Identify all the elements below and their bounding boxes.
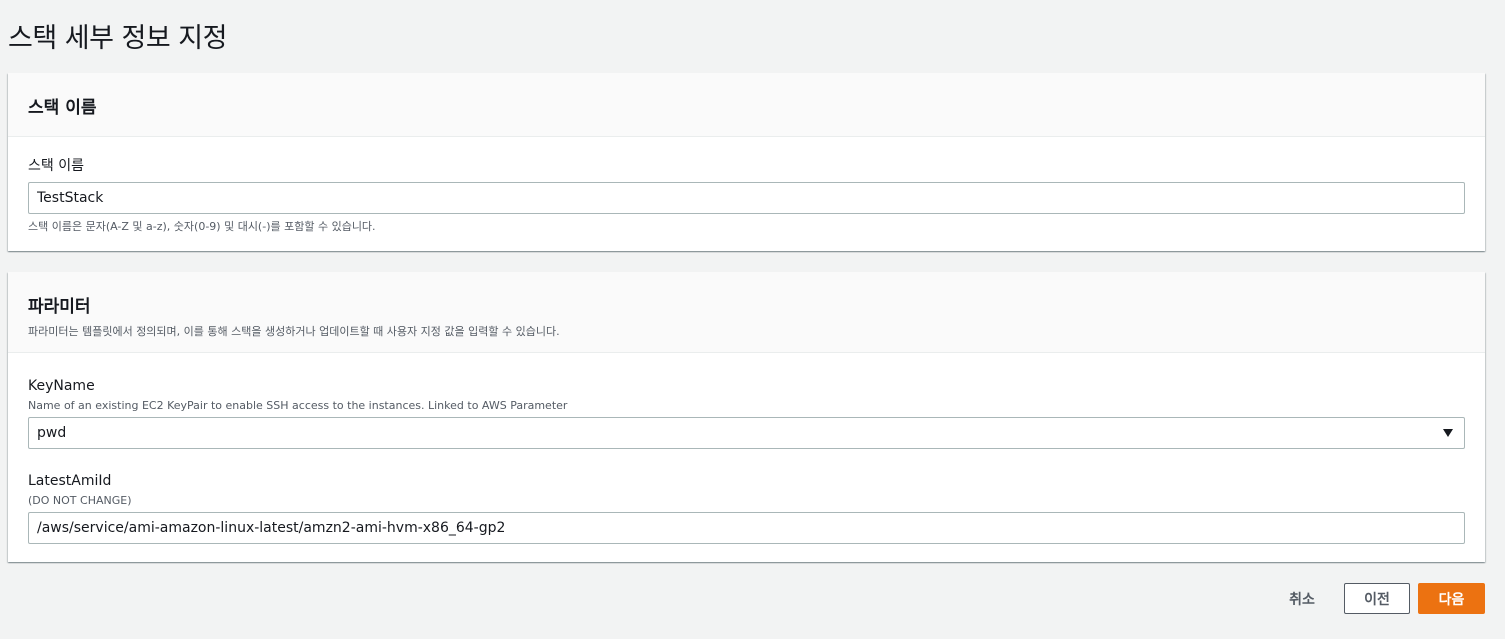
keyname-label: KeyName [28, 378, 95, 394]
latest-ami-id-description: (DO NOT CHANGE) [28, 494, 132, 507]
parameters-panel: 파라미터 파라미터는 템플릿에서 정의되며, 이를 통해 스택을 생성하거나 업… [8, 272, 1485, 562]
latest-ami-id-field: LatestAmiId (DO NOT CHANGE) [28, 472, 1465, 544]
page-title: 스택 세부 정보 지정 [8, 23, 227, 54]
stack-name-panel-header: 스택 이름 [8, 73, 1485, 137]
latest-ami-id-label: LatestAmiId [28, 473, 112, 489]
stack-name-hint: 스택 이름은 문자(A-Z 및 a-z), 숫자(0-9) 및 대시(-)를 포… [28, 220, 376, 233]
stack-name-panel: 스택 이름 스택 이름 스택 이름은 문자(A-Z 및 a-z), 숫자(0-9… [8, 73, 1485, 251]
parameters-panel-title: 파라미터 [28, 297, 91, 317]
latest-ami-id-input[interactable] [28, 512, 1465, 544]
stack-name-label: 스택 이름 [28, 158, 84, 174]
parameters-panel-description: 파라미터는 템플릿에서 정의되며, 이를 통해 스택을 생성하거나 업데이트할 … [28, 325, 560, 338]
parameters-panel-header: 파라미터 파라미터는 템플릿에서 정의되며, 이를 통해 스택을 생성하거나 업… [8, 272, 1485, 353]
keyname-selected-value: pwd [37, 425, 67, 441]
next-button[interactable]: 다음 [1418, 583, 1485, 614]
parameters-panel-body: KeyName Name of an existing EC2 KeyPair … [8, 353, 1485, 544]
stack-name-input[interactable] [28, 182, 1465, 214]
stack-name-panel-title: 스택 이름 [28, 98, 97, 118]
stack-name-panel-body: 스택 이름 스택 이름은 문자(A-Z 및 a-z), 숫자(0-9) 및 대시… [8, 137, 1485, 234]
caret-down-icon [1443, 429, 1453, 437]
keyname-description: Name of an existing EC2 KeyPair to enabl… [28, 399, 568, 412]
keyname-field: KeyName Name of an existing EC2 KeyPair … [28, 377, 1465, 449]
cancel-button[interactable]: 취소 [1280, 583, 1324, 614]
keyname-select[interactable]: pwd [28, 417, 1465, 449]
previous-button[interactable]: 이전 [1344, 583, 1410, 614]
